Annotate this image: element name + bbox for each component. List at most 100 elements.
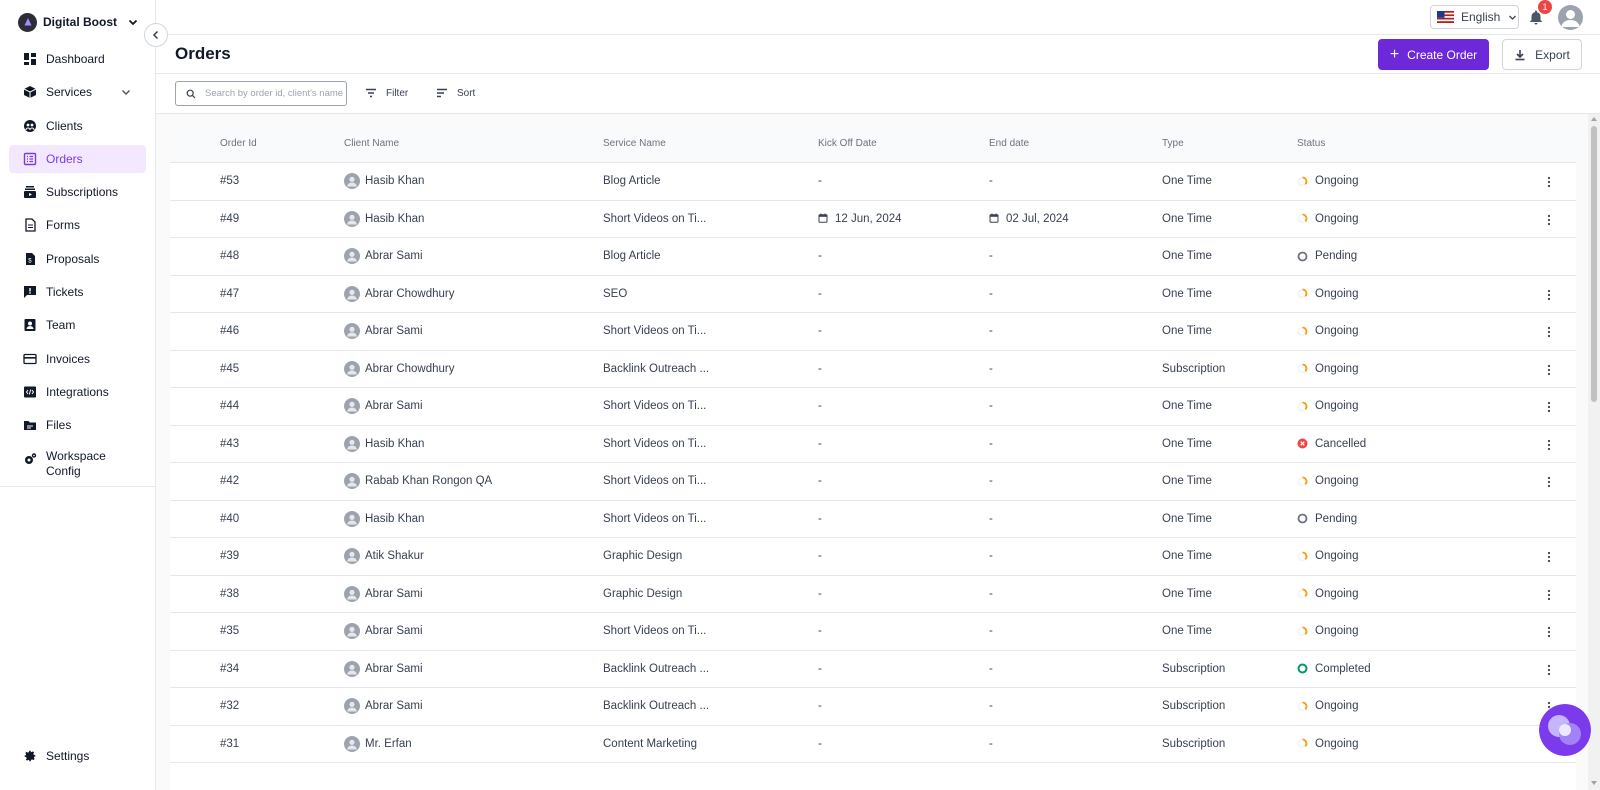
order-id-text: #35 (220, 625, 240, 637)
table-row[interactable]: #40 Hasib Khan Short Videos on Ti... - - One … (170, 501, 1576, 538)
row-menu-icon[interactable] (1543, 175, 1555, 189)
filter-button[interactable]: Filter (365, 85, 408, 101)
status-ongoing-icon (1297, 701, 1308, 712)
vertical-scrollbar[interactable] (1588, 114, 1600, 790)
client-avatar (344, 360, 360, 377)
collapse-sidebar-button[interactable] (144, 23, 168, 47)
sidebar-item-forms[interactable]: Forms (9, 211, 146, 239)
order-type-text: Subscription (1162, 737, 1226, 750)
table-row[interactable]: #48 Abrar Sami Blog Article - - One Time Pendi… (170, 238, 1576, 276)
table-row[interactable]: #53 Hasib Khan Blog Article - - One Time Ongoi… (170, 163, 1576, 201)
service-name-text: Content Marketing (603, 737, 697, 750)
row-menu-icon[interactable] (1543, 475, 1555, 489)
end-date: - (989, 663, 993, 675)
status-pending-icon (1297, 513, 1308, 524)
service-name-text: Short Videos on Ti... (603, 437, 707, 450)
search-input[interactable] (205, 88, 345, 99)
table-row[interactable]: #45 Abrar Chowdhury Backlink Outreach ... -… (170, 351, 1576, 388)
workspace-switcher[interactable]: Digital Boost (18, 12, 139, 32)
user-avatar[interactable] (1558, 5, 1583, 30)
kickoff-date: - (818, 363, 822, 375)
kickoff-date-text: - (818, 550, 822, 562)
status-ongoing-icon (1297, 326, 1308, 337)
sidebar-item-clients[interactable]: Clients (9, 112, 146, 140)
forms-icon (22, 218, 37, 233)
export-button[interactable]: Export (1502, 39, 1582, 70)
status-label: Ongoing (1315, 362, 1359, 375)
orders-table: Order Id Client Name Service Name Kick Off … (170, 124, 1576, 790)
column-header-service-name: Service Name (603, 138, 666, 149)
row-menu-icon[interactable] (1543, 363, 1555, 377)
client-name: Abrar Sami (365, 663, 423, 675)
table-row[interactable]: #34 Abrar Sami Backlink Outreach ... - - Subs… (170, 651, 1576, 688)
sidebar-item-team[interactable]: Team (9, 311, 146, 339)
status-badge: Cancelled (1297, 438, 1366, 450)
end-date: - (989, 625, 993, 637)
sidebar-item-tickets[interactable]: Tickets (9, 278, 146, 306)
order-type: One Time (1162, 588, 1212, 600)
row-menu-icon[interactable] (1543, 663, 1555, 677)
status-label: Ongoing (1315, 287, 1359, 300)
row-menu-icon[interactable] (1543, 625, 1555, 639)
service-name: Short Videos on Ti... (603, 213, 706, 225)
table-row[interactable]: #47 Abrar Chowdhury SEO - - One Time Ongoing (170, 276, 1576, 313)
table-row[interactable]: #43 Hasib Khan Short Videos on Ti... - - One … (170, 426, 1576, 463)
client-name: Abrar Sami (365, 400, 423, 412)
status-label: Ongoing (1315, 700, 1359, 712)
order-id-text: #42 (220, 475, 240, 487)
language-selector[interactable]: English (1430, 5, 1519, 29)
table-row[interactable]: #39 Atik Shakur Graphic Design - - One Time On… (170, 538, 1576, 576)
sort-button[interactable]: Sort (436, 85, 475, 101)
order-type: One Time (1162, 250, 1212, 262)
row-menu-icon[interactable] (1543, 288, 1555, 302)
create-order-button[interactable]: + Create Order (1378, 39, 1489, 70)
end-date-text: - (989, 625, 993, 637)
sidebar-item-services[interactable]: Services (9, 78, 146, 106)
sidebar-item-settings[interactable]: Settings (9, 742, 146, 770)
sidebar-item-dashboard[interactable]: Dashboard (9, 45, 146, 73)
table-row[interactable]: #31 Mr. Erfan Content Marketing - - Subscript… (170, 726, 1576, 763)
table-row[interactable]: #32 Abrar Sami Backlink Outreach ... - - Subs… (170, 688, 1576, 726)
table-row[interactable]: #35 Abrar Sami Short Videos on Ti... - - One … (170, 613, 1576, 651)
row-menu-icon[interactable] (1543, 325, 1555, 339)
order-type-text: One Time (1162, 625, 1212, 637)
scrollbar-thumb[interactable] (1591, 126, 1597, 402)
sidebar-item-files[interactable]: Files (9, 411, 146, 439)
notification-badge: 1 (1538, 0, 1552, 14)
row-menu-icon[interactable] (1543, 550, 1555, 564)
order-id-text: #45 (220, 362, 240, 375)
kickoff-date-text: - (818, 475, 822, 487)
sidebar-item-subscriptions[interactable]: Subscriptions (9, 178, 146, 206)
end-date: - (989, 363, 993, 375)
status-label: Ongoing (1315, 550, 1359, 562)
order-type: One Time (1162, 400, 1212, 412)
client-avatar (344, 698, 360, 714)
table-row[interactable]: #49 Hasib Khan Short Videos on Ti... 12 Jun… (170, 201, 1576, 238)
row-menu-icon[interactable] (1543, 438, 1555, 452)
sidebar-item-workspace-config[interactable]: Workspace Config (9, 445, 146, 481)
end-date-text: - (989, 400, 993, 412)
workspace-config-icon (22, 452, 37, 467)
row-menu-icon[interactable] (1543, 588, 1555, 602)
sidebar-item-orders[interactable]: Orders (9, 144, 146, 173)
order-id: #46 (220, 325, 239, 337)
kickoff-date: - (818, 700, 822, 712)
sidebar-item-proposals[interactable]: $ Proposals (9, 245, 146, 273)
client-name: Rabab Khan Rongon QA (365, 475, 492, 487)
chat-widget-button[interactable] (1539, 704, 1591, 756)
table-row[interactable]: #38 Abrar Sami Graphic Design - - One Time Ong… (170, 576, 1576, 613)
end-date-text: - (989, 662, 993, 675)
service-name-text: Graphic Design (603, 550, 683, 562)
end-date: - (989, 175, 993, 187)
sidebar-item-invoices[interactable]: Invoices (9, 345, 146, 373)
order-id: #45 (220, 363, 239, 375)
kickoff-date-text: - (818, 737, 822, 750)
dashboard-icon (22, 52, 37, 67)
table-row[interactable]: #44 Abrar Sami Short Videos on Ti... - - One … (170, 388, 1576, 426)
sidebar-item-integrations[interactable]: Integrations (9, 378, 146, 406)
table-row[interactable]: #46 Abrar Sami Short Videos on Ti... - - One … (170, 313, 1576, 351)
kickoff-date: - (818, 550, 822, 562)
table-row[interactable]: #42 Rabab Khan Rongon QA Short Videos on T… (170, 463, 1576, 501)
row-menu-icon[interactable] (1543, 213, 1555, 227)
row-menu-icon[interactable] (1543, 400, 1555, 414)
